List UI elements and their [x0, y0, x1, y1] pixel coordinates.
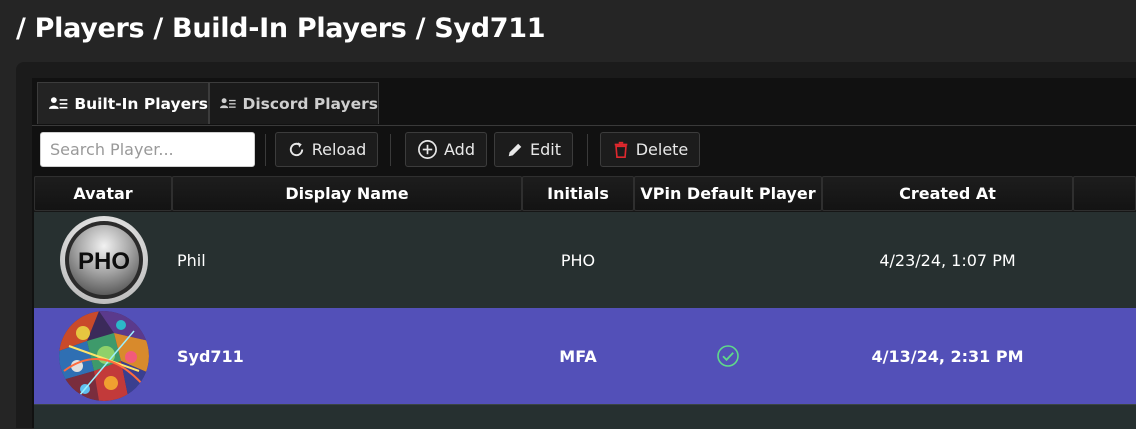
toolbar-separator — [265, 134, 266, 166]
add-button[interactable]: Add — [405, 132, 487, 167]
trash-icon — [614, 141, 628, 158]
default-player-cell — [634, 308, 822, 404]
tab-discord-players[interactable]: Discord Players — [209, 82, 379, 124]
plus-circle-icon — [418, 140, 437, 159]
toolbar: Reload Add Edit Delete — [32, 126, 1136, 174]
avatar-image — [59, 311, 149, 401]
tab-label: Built-In Players — [74, 94, 208, 113]
avatar: PHO — [59, 215, 149, 305]
column-header-display-name[interactable]: Display Name — [172, 176, 522, 211]
reload-icon — [289, 142, 303, 157]
add-label: Add — [444, 140, 475, 159]
column-header-created-at[interactable]: Created At — [822, 176, 1073, 211]
check-circle-icon — [717, 345, 739, 367]
table-row-selected[interactable]: Syd711 MFA 4/13/24, 2:31 PM — [34, 308, 1136, 404]
reload-label: Reload — [311, 140, 367, 159]
avatar-text: PHO — [78, 248, 130, 275]
toolbar-separator — [587, 134, 588, 166]
users-list-icon — [49, 96, 68, 109]
table-header: Avatar Display Name Initials VPin Defaul… — [34, 176, 1136, 212]
delete-label: Delete — [635, 140, 689, 159]
column-header-vpin-default-player[interactable]: VPin Default Player — [634, 176, 822, 211]
toolbar-separator — [390, 134, 391, 166]
tab-bar: Built-In Players Discord Players — [32, 80, 1136, 126]
initials-cell: PHO — [560, 250, 596, 270]
display-name-cell: Phil — [177, 250, 206, 270]
column-header-initials[interactable]: Initials — [522, 176, 634, 211]
table-row[interactable]: PHO Phil PHO 4/23/24, 1:07 PM — [34, 212, 1136, 308]
pencil-icon — [508, 143, 522, 156]
breadcrumb: / Players / Build-In Players / Syd711 — [16, 12, 546, 44]
column-header-avatar[interactable]: Avatar — [34, 176, 172, 211]
users-list-icon — [220, 97, 236, 108]
tab-label: Discord Players — [242, 94, 378, 113]
edit-button[interactable]: Edit — [494, 132, 573, 167]
avatar-image: PHO — [60, 216, 148, 304]
column-header-empty — [1073, 176, 1136, 211]
initials-cell: MFA — [559, 346, 597, 366]
created-at-cell: 4/13/24, 2:31 PM — [871, 346, 1024, 366]
reload-button[interactable]: Reload — [275, 132, 378, 167]
created-at-cell: 4/23/24, 1:07 PM — [879, 250, 1016, 270]
avatar — [59, 311, 149, 401]
search-player-input[interactable] — [40, 132, 255, 167]
table-row-partial — [34, 404, 1136, 429]
display-name-cell: Syd711 — [177, 346, 244, 366]
delete-button[interactable]: Delete — [600, 132, 700, 167]
tab-built-in-players[interactable]: Built-In Players — [37, 82, 209, 124]
edit-label: Edit — [530, 140, 561, 159]
